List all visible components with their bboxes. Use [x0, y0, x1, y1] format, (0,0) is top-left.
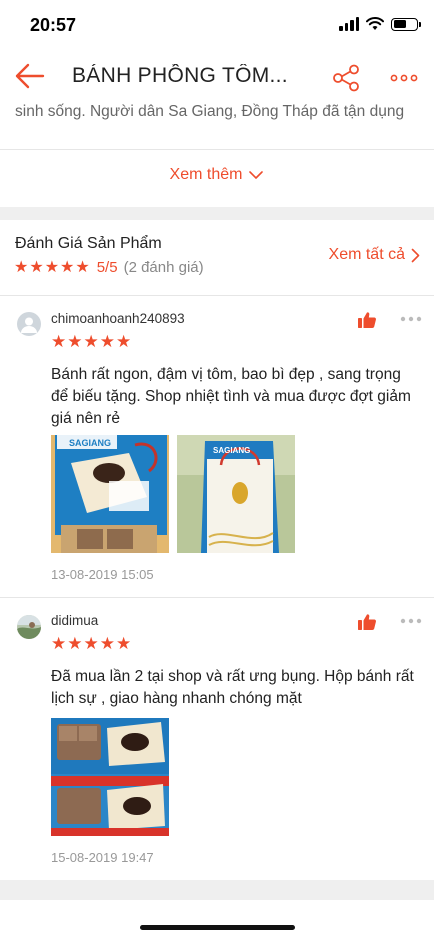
star-icon: ★ [67, 634, 83, 653]
star-icon: ★ [83, 332, 99, 351]
star-icon: ★ [116, 634, 132, 653]
star-icon: ★ [83, 634, 99, 653]
avatar[interactable] [17, 615, 41, 639]
rating-count: (2 đánh giá) [123, 259, 204, 276]
star-icon: ★ [99, 634, 115, 653]
see-more-button[interactable]: Xem thêm [0, 166, 434, 184]
nav-bar: BÁNH PHỒNG TÔM... [0, 50, 434, 102]
star-icon: ★ [67, 332, 83, 351]
star-icon: ★ [51, 634, 67, 653]
review-text: Đã mua lần 2 tại shop và rất ưng bụng. H… [51, 668, 414, 707]
view-all-label: Xem tất cả [328, 246, 405, 263]
rating-score: 5/5 [96, 259, 118, 276]
rating-summary: ★ ★ ★ ★ ★ 5/5 (2 đánh giá) [14, 259, 204, 276]
user-photo-icon [17, 615, 41, 639]
section-divider [0, 207, 434, 220]
svg-text:SAGIANG: SAGIANG [69, 438, 111, 448]
product-description-snippet: sinh sống. Người dân Sa Giang, Đồng Tháp… [15, 103, 405, 120]
thumbs-up-icon[interactable] [357, 613, 377, 631]
star-icon: ★ [75, 258, 90, 276]
svg-text:SAGIANG: SAGIANG [213, 446, 250, 455]
more-options-icon[interactable] [389, 68, 419, 88]
star-icon: ★ [29, 258, 44, 276]
review-photo[interactable]: SAGIANG [51, 435, 169, 553]
divider [0, 149, 434, 150]
see-more-label: Xem thêm [169, 166, 243, 183]
thumbs-up-icon[interactable] [357, 311, 377, 329]
star-icon: ★ [99, 332, 115, 351]
view-all-ratings-button[interactable]: Xem tất cả [329, 246, 420, 264]
review-username: didimua [51, 613, 99, 628]
review-stars: ★★★★★ [51, 333, 132, 352]
status-icons [339, 17, 421, 31]
chevron-right-icon [411, 248, 420, 262]
review-date: 15-08-2019 19:47 [51, 850, 154, 865]
battery-icon [391, 17, 421, 31]
review-text: Bánh rất ngon, đậm vị tôm, bao bì đẹp , … [51, 366, 411, 427]
divider [0, 295, 434, 296]
status-bar: 20:57 [0, 0, 434, 50]
status-time: 20:57 [30, 15, 77, 35]
star-icon: ★ [44, 258, 60, 276]
divider [0, 597, 434, 598]
page-title: BÁNH PHỒNG TÔM... [72, 64, 288, 87]
review-photo[interactable] [51, 718, 169, 836]
star-icon: ★ [116, 332, 132, 351]
share-icon[interactable] [331, 63, 361, 93]
chevron-down-icon [249, 170, 264, 179]
star-icon: ★ [51, 332, 67, 351]
section-divider [0, 880, 434, 900]
user-icon [21, 317, 37, 333]
rating-stars: ★ ★ ★ ★ ★ [14, 258, 90, 276]
home-indicator[interactable] [140, 925, 295, 930]
review-date: 13-08-2019 15:05 [51, 567, 154, 582]
star-icon: ★ [60, 258, 75, 276]
more-icon[interactable] [400, 618, 422, 624]
avatar[interactable] [17, 312, 41, 336]
wifi-icon [366, 17, 384, 30]
signal-icon [339, 17, 359, 31]
review-photo[interactable]: SAGIANG [177, 435, 295, 553]
ratings-section-title: Đánh Giá Sản Phẩm [15, 235, 162, 252]
back-arrow-icon[interactable] [14, 62, 46, 90]
review-username: chimoanhoanh240893 [51, 311, 185, 326]
more-icon[interactable] [400, 316, 422, 322]
star-icon: ★ [14, 258, 29, 276]
review-stars: ★★★★★ [51, 635, 132, 654]
